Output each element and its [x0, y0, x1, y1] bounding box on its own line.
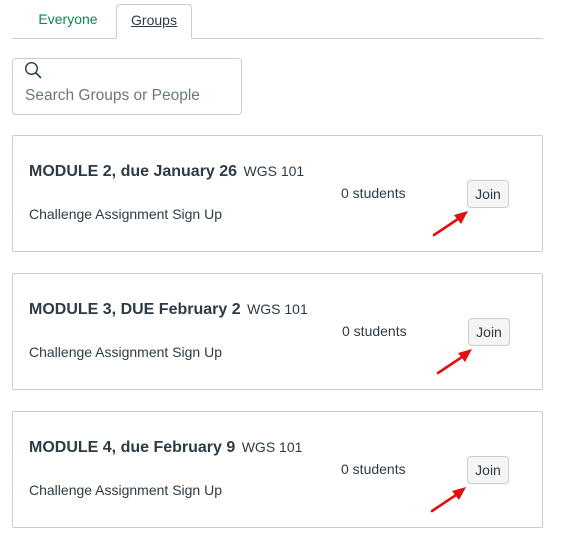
search-box[interactable]	[12, 58, 242, 115]
group-course: WGS 101	[247, 301, 308, 317]
group-name: MODULE 4, due February 9	[29, 439, 236, 456]
group-title: MODULE 3, DUE February 2 WGS 101	[29, 301, 308, 319]
group-card: MODULE 2, due January 26 WGS 101 Challen…	[12, 135, 543, 252]
join-button[interactable]: Join	[468, 318, 510, 346]
red-arrow-icon	[432, 211, 468, 237]
group-category: Challenge Assignment Sign Up	[29, 344, 223, 360]
group-member-count: 0 students	[341, 461, 406, 477]
group-course: WGS 101	[241, 439, 303, 455]
group-course: WGS 101	[243, 163, 305, 179]
group-member-count: 0 students	[341, 185, 406, 201]
tab-everyone[interactable]: Everyone	[28, 4, 108, 37]
tab-bar: Everyone Groups	[12, 0, 543, 39]
join-button[interactable]: Join	[467, 456, 509, 484]
search-icon	[24, 61, 42, 79]
search-input[interactable]	[25, 85, 225, 107]
group-card: MODULE 3, DUE February 2 WGS 101 Challen…	[12, 273, 543, 390]
join-button[interactable]: Join	[467, 180, 509, 208]
tab-groups[interactable]: Groups	[116, 4, 192, 39]
group-category: Challenge Assignment Sign Up	[29, 482, 223, 498]
red-arrow-icon	[430, 487, 466, 513]
group-category: Challenge Assignment Sign Up	[29, 206, 223, 222]
group-name: MODULE 3, DUE February 2	[29, 301, 241, 318]
group-name: MODULE 2, due January 26	[29, 163, 238, 180]
groups-page: Everyone Groups MODULE 2, due January 26…	[0, 0, 574, 535]
group-title: MODULE 4, due February 9 WGS 101	[29, 439, 302, 457]
group-title: MODULE 2, due January 26 WGS 101	[29, 163, 304, 181]
group-card: MODULE 4, due February 9 WGS 101 Challen…	[12, 411, 543, 528]
group-member-count: 0 students	[342, 323, 407, 339]
red-arrow-icon	[436, 349, 472, 375]
